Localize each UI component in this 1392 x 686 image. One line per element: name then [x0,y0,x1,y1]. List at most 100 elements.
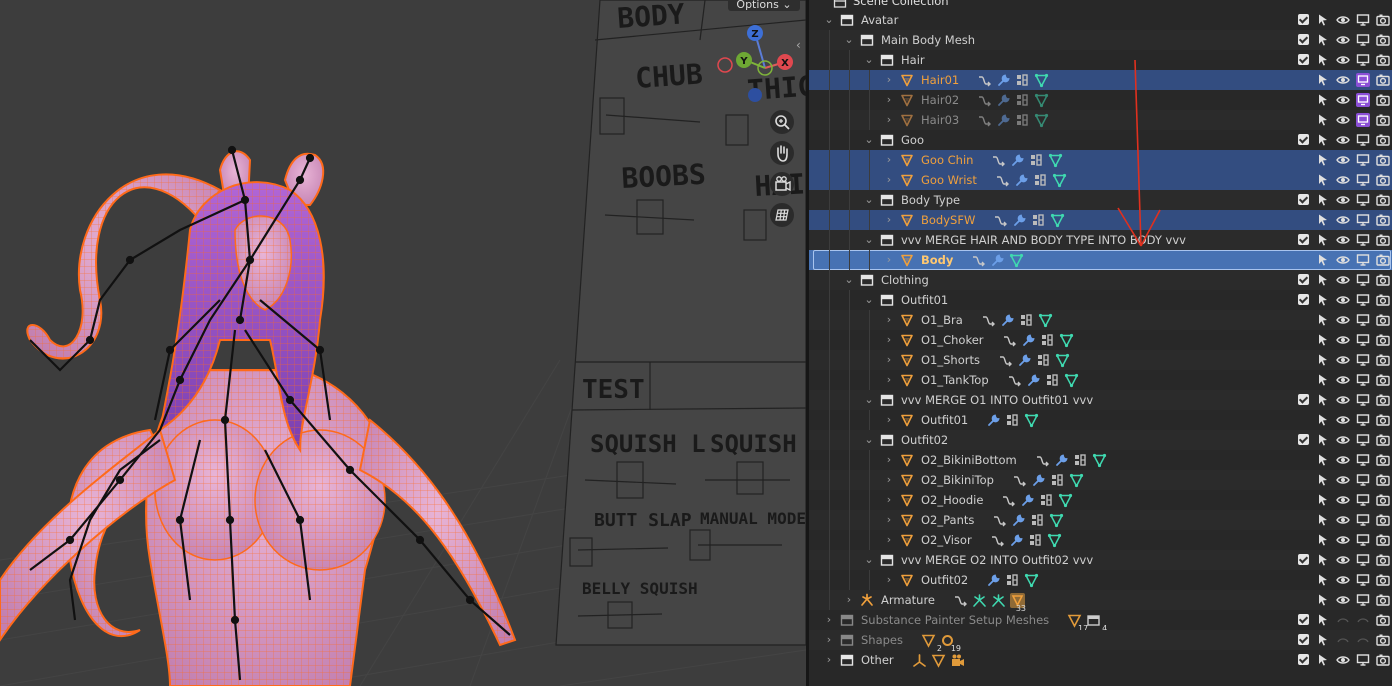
exclude-checkbox[interactable] [1298,554,1309,565]
viewport-disable-icon[interactable] [1356,473,1370,487]
exclude-checkbox[interactable] [1298,34,1309,45]
mesh-data-icon[interactable] [1092,453,1107,468]
render-camera-icon[interactable] [1376,593,1390,607]
chevron-right-icon[interactable]: › [882,90,896,110]
mesh-object-icon[interactable]: 2 [921,633,942,653]
outliner-collection-row[interactable]: ⌄ Main Body Mesh [809,30,1392,50]
mesh-data-icon[interactable] [1009,253,1024,268]
viewport-disable-icon[interactable] [1356,253,1370,267]
mesh-data-icon[interactable] [1058,493,1073,508]
modifier-stack-icon[interactable] [1073,453,1088,468]
chevron-down-icon[interactable]: ⌄ [862,290,876,310]
exclude-checkbox[interactable] [1298,434,1309,445]
viewport-disable-icon[interactable] [1356,113,1370,127]
selectable-toggle[interactable] [1316,333,1330,347]
selectable-toggle[interactable] [1316,413,1330,427]
selectable-toggle[interactable] [1316,373,1330,387]
viewport-disable-icon[interactable] [1356,193,1370,207]
exclude-checkbox[interactable] [1298,394,1309,405]
modifier-wrench-icon[interactable] [1014,173,1029,188]
selectable-toggle[interactable] [1316,33,1330,47]
modifier-wrench-icon[interactable] [1011,513,1026,528]
modifier-stack-icon[interactable] [1050,473,1065,488]
render-camera-icon[interactable] [1376,93,1390,107]
mesh-data-icon[interactable] [1064,373,1079,388]
outliner-collection-row[interactable]: ⌄ vvv MERGE HAIR AND BODY TYPE INTO BODY … [809,230,1392,250]
render-camera-icon[interactable] [1376,393,1390,407]
render-camera-icon[interactable] [1376,433,1390,447]
outliner-object-row[interactable]: › O2_Pants [809,510,1392,530]
viewport-disable-icon[interactable] [1356,93,1370,107]
outliner-object-row[interactable]: › Goo Wrist [809,170,1392,190]
modifier-wrench-icon[interactable] [996,93,1011,108]
viewport-disable-icon[interactable] [1356,33,1370,47]
render-camera-icon[interactable] [1376,13,1390,27]
viewport-disable-icon[interactable] [1356,653,1370,667]
viewport-disable-icon[interactable] [1356,293,1370,307]
outliner-collection-row[interactable]: ⌄ Outfit02 [809,430,1392,450]
bone-icon[interactable] [972,593,987,608]
mesh-data-icon[interactable] [1034,73,1049,88]
viewport-disable-icon[interactable] [1356,53,1370,67]
visibility-eye-icon[interactable] [1336,13,1350,27]
mesh-data-icon[interactable] [1069,473,1084,488]
visibility-eye-icon[interactable] [1336,73,1350,87]
chevron-right-icon[interactable]: › [882,250,896,270]
modifier-stack-icon[interactable] [1040,333,1055,348]
outliner-collection-row[interactable]: ⌄ Goo [809,130,1392,150]
visibility-eye-icon[interactable] [1336,233,1350,247]
outliner-object-row[interactable]: › Hair01 [809,70,1392,90]
constraint-link-icon[interactable] [991,153,1006,168]
constraint-link-icon[interactable] [1012,473,1027,488]
grid-icon[interactable] [770,203,794,227]
render-camera-icon[interactable] [1376,293,1390,307]
modifier-stack-icon[interactable] [1005,413,1020,428]
viewport-disable-icon[interactable] [1356,533,1370,547]
constraint-link-icon[interactable] [977,113,992,128]
selectable-toggle[interactable] [1316,473,1330,487]
render-camera-icon[interactable] [1376,253,1390,267]
constraint-link-icon[interactable] [1035,453,1050,468]
render-camera-icon[interactable] [1376,333,1390,347]
chevron-right-icon[interactable]: › [882,170,896,190]
selectable-toggle[interactable] [1316,313,1330,327]
viewport-disable-icon[interactable] [1356,173,1370,187]
render-camera-icon[interactable] [1376,193,1390,207]
selectable-toggle[interactable] [1316,233,1330,247]
modifier-stack-icon[interactable] [1015,73,1030,88]
viewport-disable-icon[interactable] [1356,333,1370,347]
viewport-disable-icon[interactable] [1356,453,1370,467]
viewport-disable-icon[interactable] [1356,573,1370,587]
selectable-toggle[interactable] [1316,53,1330,67]
modifier-wrench-icon[interactable] [996,73,1011,88]
modifier-stack-icon[interactable] [1036,353,1051,368]
outliner-collection-row[interactable]: › Substance Painter Setup Meshes 17 4 [809,610,1392,633]
selectable-toggle[interactable] [1316,633,1330,647]
chevron-right-icon[interactable]: › [882,370,896,390]
render-camera-icon[interactable] [1376,553,1390,567]
selectable-toggle[interactable] [1316,113,1330,127]
modifier-wrench-icon[interactable] [1017,353,1032,368]
visibility-eye-icon[interactable] [1336,573,1350,587]
render-camera-icon[interactable] [1376,153,1390,167]
constraint-link-icon[interactable] [992,513,1007,528]
exclude-checkbox[interactable] [1298,194,1309,205]
render-camera-icon[interactable] [1376,113,1390,127]
collapse-arrow-icon[interactable]: ‹ [796,38,801,52]
visibility-eye-icon[interactable] [1336,313,1350,327]
render-camera-icon[interactable] [1376,313,1390,327]
chevron-right-icon[interactable]: › [882,510,896,530]
chevron-right-icon[interactable]: › [882,450,896,470]
selectable-toggle[interactable] [1316,73,1330,87]
modifier-stack-icon[interactable] [1030,513,1045,528]
modifier-stack-icon[interactable] [1028,533,1043,548]
chevron-down-icon[interactable]: ⌄ [862,430,876,450]
selectable-toggle[interactable] [1316,173,1330,187]
viewport-disable-icon[interactable] [1356,133,1370,147]
constraint-link-icon[interactable] [971,253,986,268]
exclude-checkbox[interactable] [1298,634,1309,645]
mesh-data-icon[interactable] [1050,213,1065,228]
viewport-disable-icon[interactable] [1356,153,1370,167]
selectable-toggle[interactable] [1316,593,1330,607]
selectable-toggle[interactable] [1316,453,1330,467]
